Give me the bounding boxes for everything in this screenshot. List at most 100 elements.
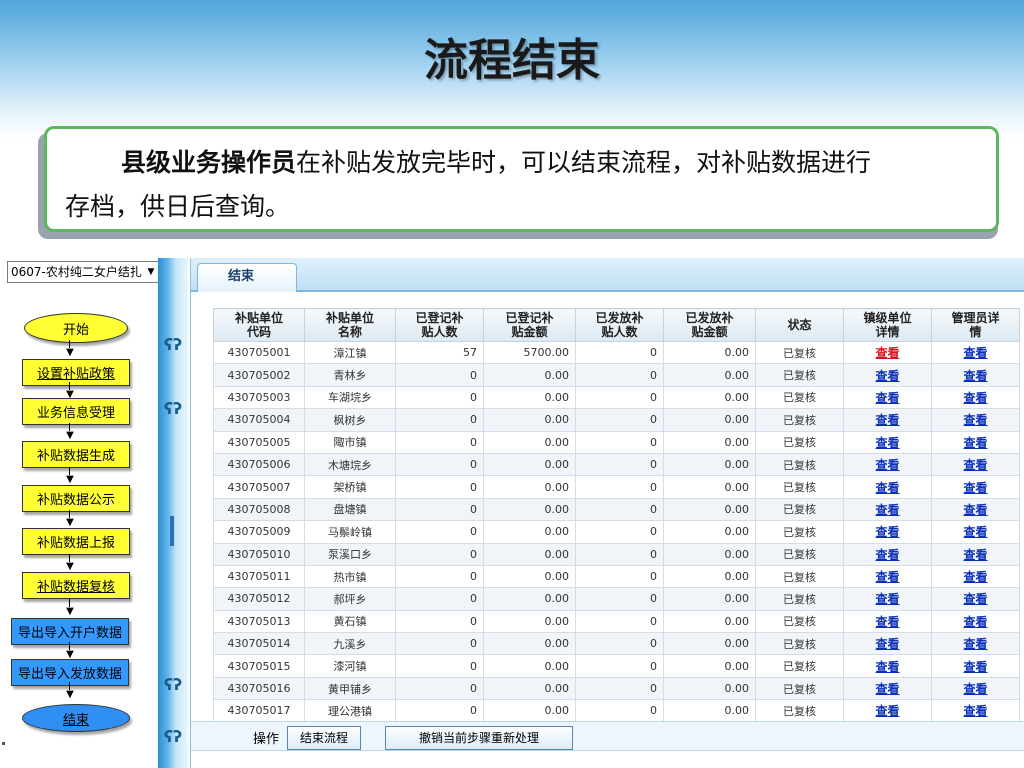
paid-count-cell: 0 <box>575 632 664 656</box>
town-detail-link[interactable]: 查看 <box>875 413 899 427</box>
unit-code-cell: 430705001 <box>213 340 305 365</box>
town-detail-link[interactable]: 查看 <box>875 525 899 539</box>
table-header-row: 补贴单位 代码 补贴单位 名称 已登记补 贴人数 已登记补 贴金额 已发放补 贴人数 已发… <box>213 308 1020 342</box>
admin-detail-link[interactable]: 查看 <box>963 458 987 472</box>
registered-count-cell: 0 <box>395 385 484 410</box>
paid-count-cell: 0 <box>575 385 664 410</box>
paid-amount-cell: 0.00 <box>663 363 756 387</box>
registered-count-cell: 0 <box>395 475 484 499</box>
chevron-down-icon[interactable]: ▼ <box>145 263 157 281</box>
town-detail-link[interactable]: 查看 <box>875 704 899 718</box>
admin-detail-link-cell: 查看 <box>931 542 1020 566</box>
registered-count-cell: 0 <box>395 676 484 701</box>
paid-count-cell: 0 <box>575 564 664 589</box>
flow-step-3[interactable]: 补贴数据生成 <box>22 441 130 468</box>
splitter-handle[interactable] <box>170 516 174 546</box>
flow-step-6-label: 补贴数据复核 <box>36 580 115 595</box>
status-cell: 已复核 <box>755 385 844 410</box>
town-detail-link[interactable]: 查看 <box>875 458 899 472</box>
admin-detail-link[interactable]: 查看 <box>963 615 987 629</box>
status-cell: 已复核 <box>755 632 844 656</box>
unit-name-cell: 黄石镇 <box>304 609 396 634</box>
registered-amount-cell: 0.00 <box>483 520 576 544</box>
registered-amount-cell: 0.00 <box>483 497 576 522</box>
arrow-down-icon: ▼ <box>66 605 74 617</box>
town-detail-link-cell: 查看 <box>843 542 932 566</box>
town-detail-link[interactable]: 查看 <box>875 391 899 405</box>
flow-step-4[interactable]: 补贴数据公示 <box>22 485 130 512</box>
town-detail-link[interactable]: 查看 <box>875 346 899 360</box>
unit-name-cell: 漆河镇 <box>304 654 396 678</box>
end-process-button[interactable]: 结束流程 <box>287 726 361 750</box>
status-cell: 已复核 <box>755 520 844 544</box>
flow-step-7[interactable]: 导出导入开户数据 <box>11 618 129 645</box>
admin-detail-link[interactable]: 查看 <box>963 525 987 539</box>
paid-amount-cell: 0.00 <box>663 587 756 611</box>
admin-detail-link[interactable]: 查看 <box>963 570 987 584</box>
unit-code-cell: 430705007 <box>213 475 305 499</box>
paid-count-cell: 0 <box>575 609 664 634</box>
town-detail-link[interactable]: 查看 <box>875 660 899 674</box>
unit-code-cell: 430705011 <box>213 564 305 589</box>
unit-code-cell: 430705016 <box>213 676 305 701</box>
registered-amount-cell: 0.00 <box>483 475 576 499</box>
flow-step-1[interactable]: 设置补贴政策 <box>22 359 130 386</box>
town-detail-link-cell: 查看 <box>843 654 932 678</box>
town-detail-link[interactable]: 查看 <box>875 548 899 562</box>
admin-detail-link[interactable]: 查看 <box>963 413 987 427</box>
admin-detail-link[interactable]: 查看 <box>963 548 987 562</box>
registered-count-cell: 0 <box>395 587 484 611</box>
town-detail-link-cell: 查看 <box>843 497 932 522</box>
table-row: 430705014 九溪乡 0 0.00 0 0.00 已复核 查看 查看 <box>213 632 1020 656</box>
flow-step-6[interactable]: 补贴数据复核 <box>22 572 130 599</box>
admin-detail-link[interactable]: 查看 <box>963 660 987 674</box>
registered-amount-cell: 0.00 <box>483 632 576 656</box>
flow-step-5[interactable]: 补贴数据上报 <box>22 528 130 555</box>
paid-amount-cell: 0.00 <box>663 430 756 454</box>
flow-end[interactable]: 结束 <box>22 704 130 732</box>
flow-start: 开始 <box>24 313 128 343</box>
status-cell: 已复核 <box>755 340 844 365</box>
admin-detail-link[interactable]: 查看 <box>963 704 987 718</box>
operation-label: 操作 <box>253 732 280 747</box>
town-detail-link[interactable]: 查看 <box>875 637 899 651</box>
registered-count-cell: 0 <box>395 363 484 387</box>
arrow-down-icon: ▼ <box>66 517 74 528</box>
undo-step-button[interactable]: 撤销当前步骤重新处理 <box>385 726 573 750</box>
column-header: 补贴单位 名称 <box>304 308 396 342</box>
arrow-down-icon: ▼ <box>66 347 74 358</box>
status-cell: 已复核 <box>755 564 844 589</box>
town-detail-link[interactable]: 查看 <box>875 369 899 383</box>
town-detail-link[interactable]: 查看 <box>875 503 899 517</box>
admin-detail-link[interactable]: 查看 <box>963 682 987 696</box>
town-detail-link[interactable]: 查看 <box>875 481 899 495</box>
paid-amount-cell: 0.00 <box>663 654 756 678</box>
paid-count-cell: 0 <box>575 587 664 611</box>
subsidy-table: 补贴单位 代码 补贴单位 名称 已登记补 贴人数 已登记补 贴金额 已发放补 贴人数 已发… <box>213 308 1020 723</box>
admin-detail-link[interactable]: 查看 <box>963 369 987 383</box>
admin-detail-link[interactable]: 查看 <box>963 481 987 495</box>
registered-count-cell: 0 <box>395 452 484 477</box>
admin-detail-link[interactable]: 查看 <box>963 503 987 517</box>
admin-detail-link[interactable]: 查看 <box>963 436 987 450</box>
town-detail-link[interactable]: 查看 <box>875 615 899 629</box>
admin-detail-link[interactable]: 查看 <box>963 637 987 651</box>
table-row: 430705001 漳江镇 57 5700.00 0 0.00 已复核 查看 查看 <box>213 340 1020 365</box>
admin-detail-link[interactable]: 查看 <box>963 592 987 606</box>
town-detail-link[interactable]: 查看 <box>875 592 899 606</box>
town-detail-link[interactable]: 查看 <box>875 570 899 584</box>
binder-ring-icon: ʕʔ <box>163 399 183 418</box>
status-cell: 已复核 <box>755 408 844 432</box>
item-select-dropdown[interactable]: 0607-农村纯二女户结扎 ▼ <box>7 261 159 283</box>
unit-code-cell: 430705009 <box>213 520 305 544</box>
town-detail-link[interactable]: 查看 <box>875 436 899 450</box>
flow-step-8[interactable]: 导出导入发放数据 <box>11 659 129 686</box>
flow-step-2[interactable]: 业务信息受理 <box>22 398 130 425</box>
admin-detail-link[interactable]: 查看 <box>963 391 987 405</box>
admin-detail-link[interactable]: 查看 <box>963 346 987 360</box>
binder-ring-icon: ʕʔ <box>163 675 183 694</box>
table-row: 430705005 陬市镇 0 0.00 0 0.00 已复核 查看 查看 <box>213 430 1020 454</box>
callout-text-1: 在补贴发放完毕时，可以结束流程，对补贴数据进行 <box>296 148 872 177</box>
tab-end[interactable]: 结束 <box>197 263 297 292</box>
town-detail-link[interactable]: 查看 <box>875 682 899 696</box>
